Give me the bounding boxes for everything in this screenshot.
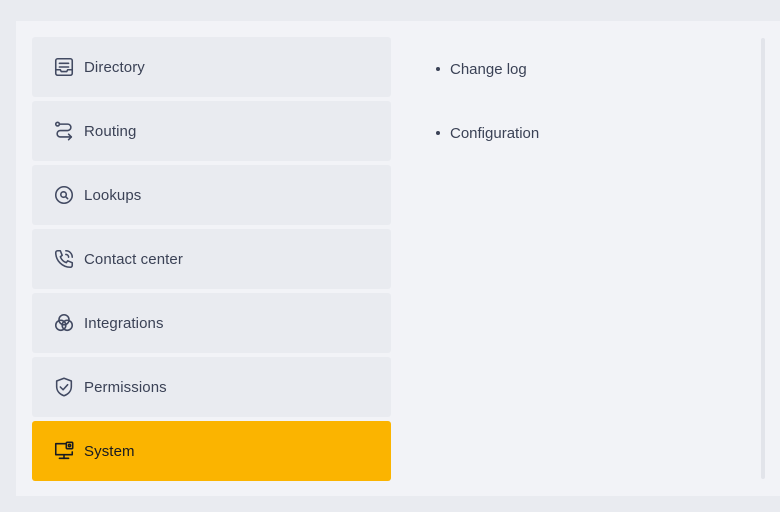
menu-item-permissions[interactable]: Permissions bbox=[32, 357, 391, 417]
settings-panel: Directory Routing Lookups Contact center… bbox=[16, 21, 780, 496]
settings-menu: Directory Routing Lookups Contact center… bbox=[32, 37, 391, 485]
system-icon bbox=[52, 439, 76, 463]
bullet bbox=[436, 131, 440, 135]
menu-item-routing[interactable]: Routing bbox=[32, 101, 391, 161]
menu-item-system[interactable]: System bbox=[32, 421, 391, 481]
menu-item-label: Lookups bbox=[84, 186, 142, 204]
menu-item-label: Integrations bbox=[84, 314, 164, 332]
bullet bbox=[436, 67, 440, 71]
permissions-icon bbox=[52, 375, 76, 399]
system-submenu: Change log Configuration bbox=[436, 37, 736, 165]
integrations-icon bbox=[52, 311, 76, 335]
menu-item-directory[interactable]: Directory bbox=[32, 37, 391, 97]
submenu-item-label: Change log bbox=[450, 60, 527, 78]
routing-icon bbox=[52, 119, 76, 143]
menu-item-label: Directory bbox=[84, 58, 145, 76]
menu-item-integrations[interactable]: Integrations bbox=[32, 293, 391, 353]
submenu-item-change-log[interactable]: Change log bbox=[436, 37, 736, 101]
menu-item-label: System bbox=[84, 442, 135, 460]
contact-center-icon bbox=[52, 247, 76, 271]
scrollbar[interactable] bbox=[761, 38, 765, 479]
submenu-item-configuration[interactable]: Configuration bbox=[436, 101, 736, 165]
menu-item-label: Routing bbox=[84, 122, 137, 140]
directory-icon bbox=[52, 55, 76, 79]
submenu-item-label: Configuration bbox=[450, 124, 540, 142]
menu-item-label: Contact center bbox=[84, 250, 183, 268]
lookups-icon bbox=[52, 183, 76, 207]
menu-item-lookups[interactable]: Lookups bbox=[32, 165, 391, 225]
menu-item-contact-center[interactable]: Contact center bbox=[32, 229, 391, 289]
menu-item-label: Permissions bbox=[84, 378, 167, 396]
